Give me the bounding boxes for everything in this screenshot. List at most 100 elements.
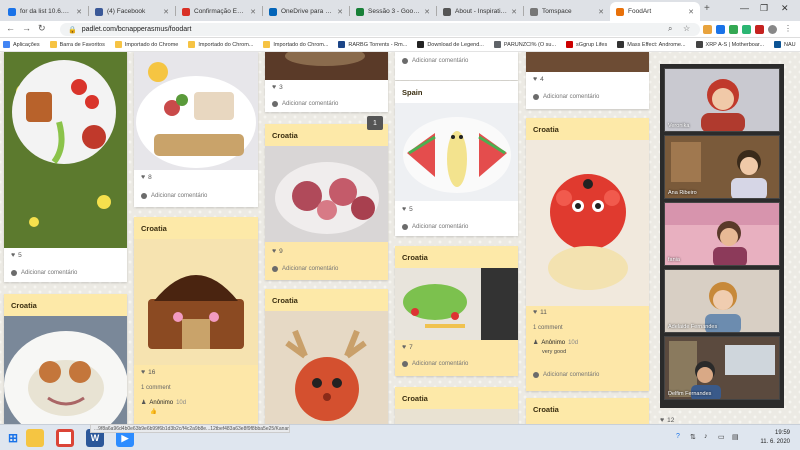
tab-3[interactable]: OneDrive para Empresa✕ — [263, 2, 349, 21]
like-count[interactable]: ♥ 3 — [272, 84, 283, 91]
new-tab-icon[interactable]: + — [704, 3, 710, 14]
add-comment[interactable]: Adicionar comentário — [402, 224, 468, 230]
windows-start-icon[interactable]: ⊞ — [4, 429, 22, 447]
post-card[interactable]: Croatia ♥ 11 1 comment ♟ Anônimo 10d very g… — [526, 118, 649, 391]
add-comment[interactable]: Adicionar comentário — [272, 101, 338, 107]
participant-tile[interactable]: Ana Ribeiro — [664, 135, 780, 199]
post-card[interactable]: Spain ♥ 5 Adicionar comentário — [395, 81, 518, 236]
tab-6[interactable]: Tomspace ✕ — [524, 2, 610, 21]
forward-icon[interactable]: → — [22, 23, 31, 33]
close-icon[interactable]: ✕ — [250, 8, 256, 16]
like-count[interactable]: ♥ 4 — [533, 76, 544, 83]
extension-icon[interactable] — [703, 25, 712, 34]
system-clock[interactable]: 19:59 11. 6. 2020 — [760, 429, 790, 447]
video-call-panel: Veronika Ana Ribeiro fania Adelaide Fern… — [660, 64, 784, 408]
close-icon[interactable]: ✕ — [76, 8, 82, 16]
bookmark-item[interactable]: NAU — [774, 41, 796, 48]
close-icon[interactable]: ✕ — [511, 8, 517, 16]
post-card[interactable]: Croatia — [395, 387, 518, 424]
participant-tile[interactable]: Delfim Fernandes — [664, 336, 780, 400]
bookmark-item[interactable]: Mass Effect: Androme... — [617, 41, 686, 48]
like-count[interactable]: ♥ 16 — [141, 369, 155, 376]
post-card[interactable]: Croatia — [265, 289, 388, 424]
network-icon[interactable]: ⇅ — [690, 433, 696, 441]
bookmark-item[interactable]: sGgrup Lifes — [566, 41, 607, 48]
bookmark-item[interactable]: Aplicações — [3, 41, 40, 48]
close-icon[interactable]: ✕ — [688, 8, 694, 16]
bookmark-item[interactable]: Importado do Chrome — [114, 41, 178, 48]
post-card[interactable]: Croatia — [526, 398, 649, 424]
notification-icon[interactable]: ▤ — [732, 433, 739, 441]
tab-active[interactable]: FoodArt ✕ — [610, 2, 700, 21]
bookmark-item[interactable]: Download de Legend... — [417, 41, 484, 48]
search-icon[interactable]: ⌕ — [668, 24, 672, 34]
participant-tile[interactable]: Veronika — [664, 68, 780, 132]
post-card[interactable]: ♥ 4 Adicionar comentário — [526, 52, 649, 109]
participant-tile[interactable]: fania — [664, 202, 780, 266]
add-comment[interactable]: Adicionar comentário — [141, 193, 207, 199]
maximize-icon[interactable]: ❐ — [760, 3, 768, 14]
url-input[interactable]: 🔒 padlet.com/bcnapperasmus/foodart — [60, 23, 700, 36]
post-card[interactable]: ♥ 3 Adicionar comentário — [265, 52, 388, 112]
battery-icon[interactable]: ▭ — [718, 433, 725, 441]
post-card[interactable]: Croatia ♥ 9 Adicionar comentário — [265, 124, 388, 280]
notification-badge[interactable]: 1 — [367, 116, 383, 130]
extension-icon[interactable] — [729, 25, 738, 34]
tab-5[interactable]: About - Inspirational E✕ — [437, 2, 523, 21]
close-icon[interactable]: ✕ — [163, 8, 169, 16]
bookmark-item[interactable]: XRP A-S | Motherboar... — [695, 41, 764, 48]
help-icon[interactable]: ? — [676, 433, 680, 440]
extension-icon[interactable] — [742, 25, 751, 34]
add-comment[interactable]: Adicionar comentário — [402, 361, 468, 367]
bookmark-item[interactable]: Barra de Favoritos — [49, 41, 105, 48]
add-comment[interactable]: Adicionar comentário — [11, 270, 77, 276]
tab-1[interactable]: (4) Facebook ✕ — [89, 2, 175, 21]
chrome-icon[interactable] — [56, 429, 74, 447]
tab-4[interactable]: Sessão 3 - Google Drive✕ — [350, 2, 436, 21]
like-count[interactable]: ♥ 7 — [402, 344, 413, 351]
like-count[interactable]: ♥ 11 — [533, 309, 547, 316]
add-comment[interactable]: Adicionar comentário — [533, 372, 599, 378]
post-card[interactable]: ♥ 8 Adicionar comentário — [134, 52, 258, 207]
like-count[interactable]: ♥ 8 — [141, 174, 152, 181]
post-card[interactable]: ♥ 5 Adicionar comentário — [4, 52, 127, 282]
folder-icon — [263, 41, 271, 48]
bookmark-item[interactable]: RARBG Torrents - Rm... — [338, 41, 407, 48]
bookmark-item[interactable]: PARUNZCI% (O su... — [493, 41, 556, 48]
close-icon[interactable]: ✕ — [337, 8, 343, 16]
post-card[interactable]: Croatia — [4, 294, 127, 424]
extension-icon[interactable] — [716, 25, 725, 34]
menu-icon[interactable]: ⋮ — [784, 24, 792, 33]
close-window-icon[interactable]: ✕ — [781, 3, 789, 14]
like-count[interactable]: ♥ 12 — [660, 417, 674, 424]
add-comment[interactable]: Adicionar comentário — [272, 266, 338, 272]
like-count[interactable]: ♥ 5 — [11, 252, 22, 259]
extension-icon[interactable] — [755, 25, 764, 34]
like-count[interactable]: ♥ 5 — [402, 206, 413, 213]
close-icon[interactable]: ✕ — [598, 8, 604, 16]
participant-tile[interactable]: Adelaide Fernandes — [664, 269, 780, 333]
post-image — [395, 268, 518, 340]
volume-icon[interactable]: ♪ — [704, 433, 708, 440]
profile-avatar-icon[interactable] — [768, 25, 777, 34]
minimize-icon[interactable]: — — [740, 3, 749, 13]
add-comment[interactable]: Adicionar comentário — [402, 58, 468, 64]
file-explorer-icon[interactable] — [26, 429, 44, 447]
star-icon[interactable]: ☆ — [683, 24, 690, 33]
tab-2[interactable]: Confirmação Encontro✕ — [176, 2, 262, 21]
post-card[interactable]: Croatia ♥ 16 1 comment ♟ Anônimo 10d 👍 — [134, 217, 258, 424]
comment-count: 1 comment — [533, 325, 563, 331]
reload-icon[interactable]: ↻ — [38, 23, 46, 34]
bookmark-favicon-icon — [695, 41, 703, 48]
avatar — [402, 58, 408, 64]
tab-0[interactable]: for da list 10.6.2020 - Ca✕ — [2, 2, 88, 21]
add-comment[interactable]: Adicionar comentário — [533, 94, 599, 100]
close-icon[interactable]: ✕ — [424, 8, 430, 16]
avatar — [402, 224, 408, 230]
back-icon[interactable]: ← — [6, 23, 15, 33]
bookmark-item[interactable]: Importado do Chrom... — [263, 41, 328, 48]
post-card[interactable]: Adicionar comentário — [395, 52, 518, 80]
like-count[interactable]: ♥ 9 — [272, 248, 283, 255]
post-card[interactable]: Croatia ♥ 7 Adicionar comentário — [395, 246, 518, 376]
bookmark-item[interactable]: Importado do Chrom... — [188, 41, 253, 48]
